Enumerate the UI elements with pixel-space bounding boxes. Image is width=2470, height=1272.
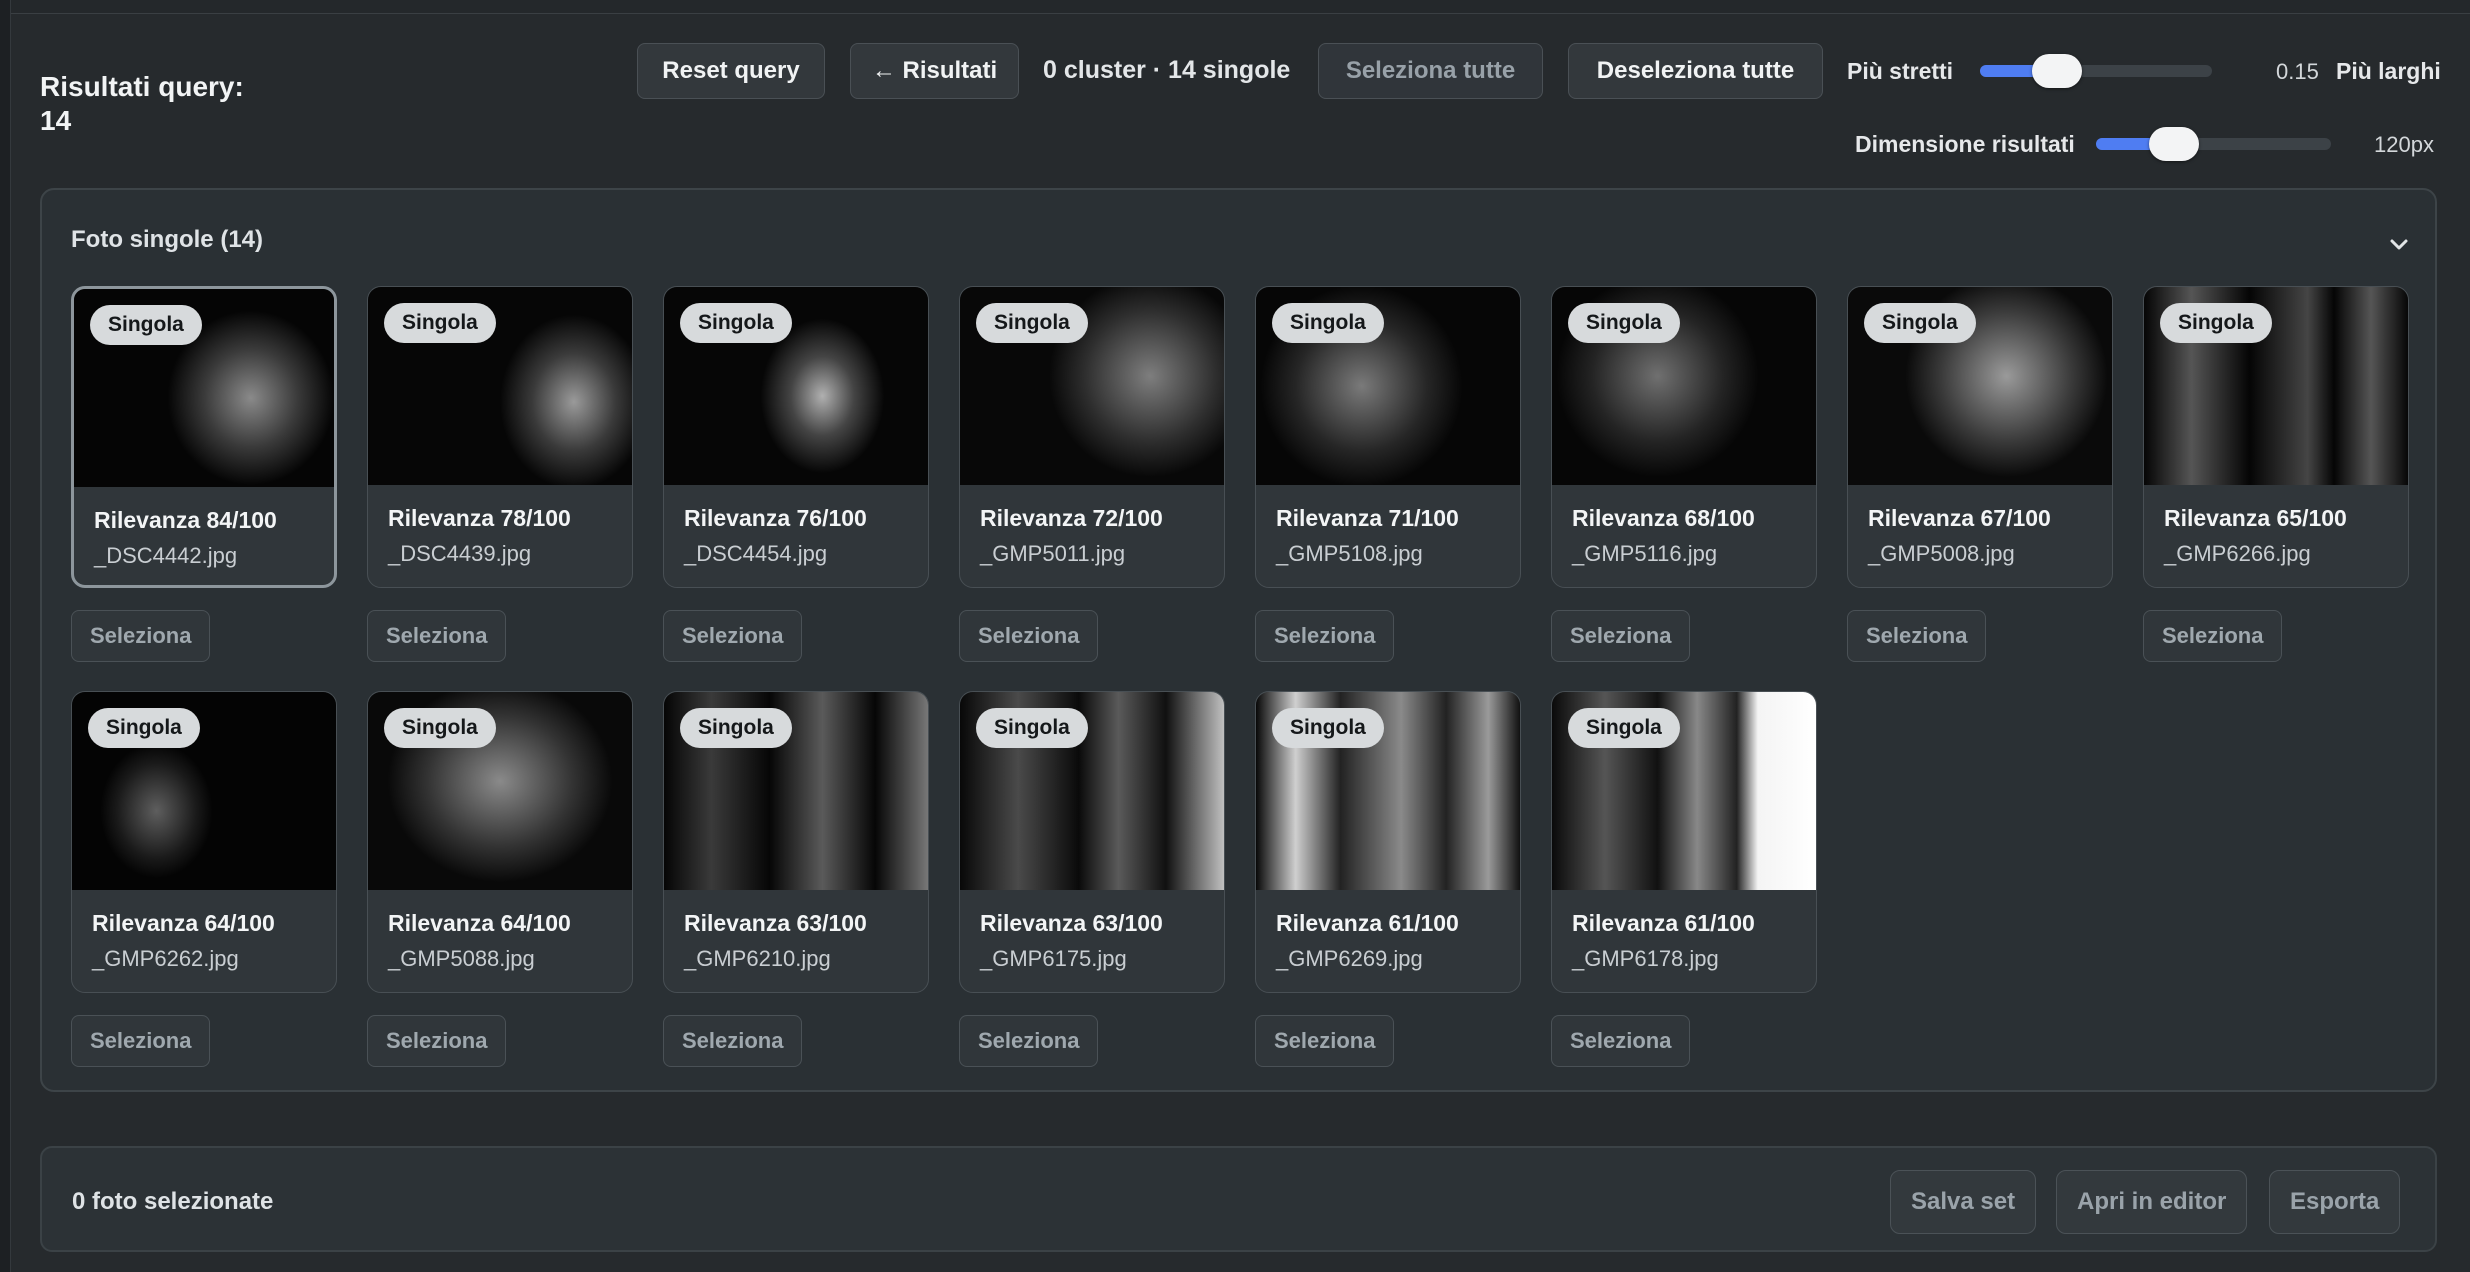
result-size-slider[interactable]	[2096, 127, 2331, 161]
photo-filename: _GMP5116.jpg	[1572, 541, 1718, 566]
relevance-score: Rilevanza 64/100	[388, 910, 571, 936]
photo-card[interactable]: Singola Rilevanza 64/100 _GMP5088.jpg	[367, 691, 633, 993]
similarity-value: 0.15	[2276, 59, 2319, 84]
similarity-slider-thumb[interactable]	[2031, 54, 2082, 88]
photo-filename: _DSC4454.jpg	[684, 541, 828, 566]
photo-card[interactable]: Singola Rilevanza 67/100 _GMP5008.jpg	[1847, 286, 2113, 588]
single-badge: Singola	[88, 708, 200, 748]
select-photo-button[interactable]: Seleziona	[959, 610, 1099, 662]
export-button[interactable]: Esporta	[2269, 1170, 2401, 1234]
relevance-score: Rilevanza 78/100	[388, 505, 571, 531]
photo-filename: _DSC4442.jpg	[94, 543, 238, 568]
photo-filename: _GMP6266.jpg	[2164, 541, 2311, 566]
deselect-all-button[interactable]: Deseleziona tutte	[1568, 43, 1823, 99]
single-badge: Singola	[1864, 303, 1976, 343]
panel-title: Foto singole (14)	[71, 226, 263, 253]
photo-filename: _GMP6175.jpg	[980, 946, 1127, 971]
photo-filename: _DSC4439.jpg	[388, 541, 532, 566]
reset-query-button[interactable]: Reset query	[637, 43, 825, 99]
single-badge: Singola	[384, 303, 496, 343]
query-result-count: 14	[40, 105, 72, 136]
relevance-score: Rilevanza 63/100	[684, 910, 867, 936]
photo-filename: _GMP6269.jpg	[1276, 946, 1423, 971]
relevance-score: Rilevanza 71/100	[1276, 505, 1459, 531]
back-to-results-button[interactable]: ← Risultati	[850, 43, 1019, 99]
select-photo-button[interactable]: Seleziona	[663, 610, 803, 662]
photo-card[interactable]: Singola Rilevanza 84/100 _DSC4442.jpg	[71, 286, 337, 588]
select-photo-button[interactable]: Seleziona	[1847, 610, 1987, 662]
photo-filename: _GMP6262.jpg	[92, 946, 239, 971]
select-photo-button[interactable]: Seleziona	[71, 1015, 211, 1067]
photo-card[interactable]: Singola Rilevanza 65/100 _GMP6266.jpg	[2143, 286, 2409, 588]
left-rail	[0, 0, 11, 1272]
single-badge: Singola	[1568, 708, 1680, 748]
single-badge: Singola	[680, 303, 792, 343]
photo-card[interactable]: Singola Rilevanza 63/100 _GMP6175.jpg	[959, 691, 1225, 993]
single-badge: Singola	[1272, 303, 1384, 343]
cluster-count: 0 cluster · 14 singole	[1043, 56, 1291, 84]
relevance-score: Rilevanza 61/100	[1572, 910, 1755, 936]
select-photo-button[interactable]: Seleziona	[367, 1015, 507, 1067]
single-badge: Singola	[1568, 303, 1680, 343]
relevance-score: Rilevanza 61/100	[1276, 910, 1459, 936]
photo-filename: _GMP5108.jpg	[1276, 541, 1423, 566]
photo-card[interactable]: Singola Rilevanza 63/100 _GMP6210.jpg	[663, 691, 929, 993]
select-photo-button[interactable]: Seleziona	[959, 1015, 1099, 1067]
similarity-max-label: Più larghi	[2336, 58, 2441, 84]
select-photo-button[interactable]: Seleziona	[71, 610, 211, 662]
photo-card[interactable]: Singola Rilevanza 71/100 _GMP5108.jpg	[1255, 286, 1521, 588]
select-photo-button[interactable]: Seleziona	[663, 1015, 803, 1067]
photo-card[interactable]: Singola Rilevanza 78/100 _DSC4439.jpg	[367, 286, 633, 588]
similarity-min-label: Più stretti	[1847, 58, 1954, 84]
relevance-score: Rilevanza 68/100	[1572, 505, 1755, 531]
photo-filename: _GMP5008.jpg	[1868, 541, 2015, 566]
relevance-score: Rilevanza 64/100	[92, 910, 275, 936]
select-photo-button[interactable]: Seleziona	[1551, 1015, 1691, 1067]
select-photo-button[interactable]: Seleziona	[1255, 610, 1395, 662]
single-badge: Singola	[680, 708, 792, 748]
photo-card[interactable]: Singola Rilevanza 72/100 _GMP5011.jpg	[959, 286, 1225, 588]
relevance-score: Rilevanza 84/100	[94, 507, 277, 533]
photo-filename: _GMP6210.jpg	[684, 946, 831, 971]
select-photo-button[interactable]: Seleziona	[367, 610, 507, 662]
single-badge: Singola	[90, 305, 202, 345]
single-badge: Singola	[2160, 303, 2272, 343]
save-set-button[interactable]: Salva set	[1890, 1170, 2037, 1234]
chevron-down-icon[interactable]	[2387, 232, 2411, 256]
relevance-score: Rilevanza 76/100	[684, 505, 867, 531]
top-bar	[11, 0, 2470, 14]
select-photo-button[interactable]: Seleziona	[1551, 610, 1691, 662]
selection-footer: 0 foto selezionate Salva set Apri in edi…	[40, 1146, 2437, 1252]
photo-filename: _GMP5011.jpg	[980, 541, 1126, 566]
photo-card[interactable]: Singola Rilevanza 68/100 _GMP5116.jpg	[1551, 286, 1817, 588]
result-size-slider-thumb[interactable]	[2148, 127, 2199, 161]
relevance-score: Rilevanza 72/100	[980, 505, 1163, 531]
result-size-value: 120px	[2374, 132, 2434, 157]
select-photo-button[interactable]: Seleziona	[1255, 1015, 1395, 1067]
single-photos-panel: Foto singole (14) Singola Rilevanza 84/10…	[40, 188, 2437, 1092]
photo-filename: _GMP5088.jpg	[388, 946, 535, 971]
result-size-label: Dimensione risultati	[1855, 131, 2075, 157]
single-badge: Singola	[976, 708, 1088, 748]
single-badge: Singola	[384, 708, 496, 748]
selected-count: 0 foto selezionate	[72, 1188, 274, 1215]
photo-card[interactable]: Singola Rilevanza 61/100 _GMP6269.jpg	[1255, 691, 1521, 993]
single-badge: Singola	[1272, 708, 1384, 748]
relevance-score: Rilevanza 67/100	[1868, 505, 2051, 531]
query-results-title: Risultati query: 14	[40, 70, 244, 138]
select-photo-button[interactable]: Seleziona	[2143, 610, 2283, 662]
select-all-button[interactable]: Seleziona tutte	[1318, 43, 1543, 99]
relevance-score: Rilevanza 65/100	[2164, 505, 2347, 531]
similarity-slider[interactable]	[1980, 54, 2212, 88]
open-in-editor-button[interactable]: Apri in editor	[2056, 1170, 2248, 1234]
photo-card[interactable]: Singola Rilevanza 61/100 _GMP6178.jpg	[1551, 691, 1817, 993]
photo-card[interactable]: Singola Rilevanza 76/100 _DSC4454.jpg	[663, 286, 929, 588]
photo-card[interactable]: Singola Rilevanza 64/100 _GMP6262.jpg	[71, 691, 337, 993]
photo-filename: _GMP6178.jpg	[1572, 946, 1719, 971]
relevance-score: Rilevanza 63/100	[980, 910, 1163, 936]
single-badge: Singola	[976, 303, 1088, 343]
query-title-label: Risultati query:	[40, 71, 244, 102]
